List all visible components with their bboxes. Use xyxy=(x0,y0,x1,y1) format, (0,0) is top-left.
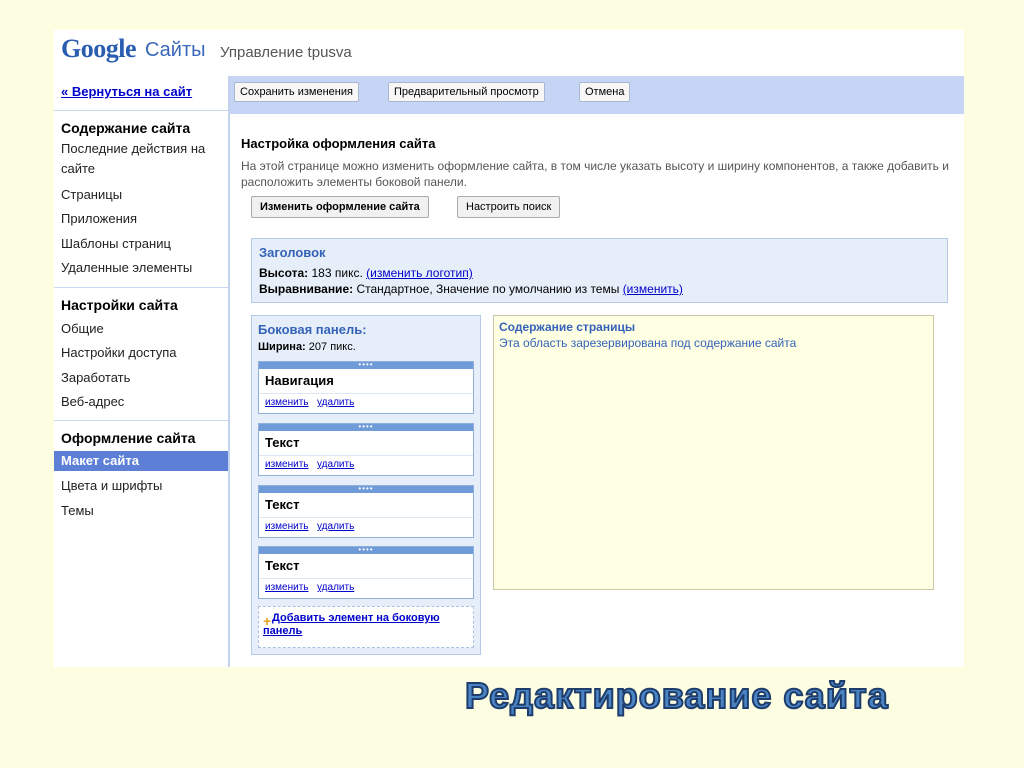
app-name: Сайты xyxy=(145,39,206,61)
drag-handle[interactable]: •••• xyxy=(259,485,473,493)
add-sidebar-item[interactable]: + Добавить элемент на боковую панель xyxy=(258,606,474,648)
add-sidebar-item-link[interactable]: Добавить элемент на боковую панель xyxy=(263,612,473,638)
sidebar-divider xyxy=(54,287,228,288)
sidebar-item-monetize[interactable]: Заработать xyxy=(61,368,228,388)
page-description: На этой странице можно изменить оформлен… xyxy=(241,159,949,189)
widget-edit-link[interactable]: изменить xyxy=(265,582,309,593)
height-value: 183 пикс. xyxy=(308,266,367,280)
widget-text[interactable]: •••• Текст изменить удалить xyxy=(258,423,474,476)
save-changes-button[interactable]: Сохранить изменения xyxy=(234,82,359,102)
widget-text[interactable]: •••• Текст изменить удалить xyxy=(258,485,474,538)
sidebar-divider xyxy=(54,110,228,111)
widget-edit-link[interactable]: изменить xyxy=(265,459,309,470)
align-label: Выравнивание: xyxy=(259,282,354,296)
logo-text: Google xyxy=(61,34,137,63)
sidebar-item-page-templates[interactable]: Шаблоны страниц xyxy=(61,234,228,254)
header-section[interactable]: Заголовок Высота: 183 пикс. (изменить ло… xyxy=(251,238,948,303)
change-align-link[interactable]: (изменить) xyxy=(623,282,683,296)
widget-title: Текст xyxy=(265,435,300,450)
page-content-area: Содержание страницы Эта область зарезерв… xyxy=(493,315,934,590)
page-title: Настройка оформления сайта xyxy=(241,136,436,151)
header-align-row: Выравнивание: Стандартное, Значение по у… xyxy=(259,282,683,296)
sidebar-group-design-title: Оформление сайта xyxy=(61,430,196,446)
action-bar: Сохранить изменения Предварительный прос… xyxy=(230,76,964,114)
sidebar-group-content-title: Содержание сайта xyxy=(61,120,191,136)
side-panel-width-row: Ширина: 207 пикс. xyxy=(258,341,356,353)
top-bar: Google Сайты Управление tpusva xyxy=(54,30,964,76)
drag-handle[interactable]: •••• xyxy=(259,546,473,554)
widget-delete-link[interactable]: удалить xyxy=(317,582,354,593)
widget-title: Навигация xyxy=(265,373,334,388)
sidebar-item-pages[interactable]: Страницы xyxy=(61,185,228,205)
widget-divider xyxy=(259,517,473,518)
sidebar-item-apps[interactable]: Приложения xyxy=(61,209,228,229)
drag-handle[interactable]: •••• xyxy=(259,423,473,431)
content-area-title: Содержание страницы xyxy=(499,320,636,334)
content-area-description: Эта область зарезервирована под содержан… xyxy=(499,336,797,350)
sidebar: « Вернуться на сайт Содержание сайта Пос… xyxy=(54,76,228,667)
change-site-layout-button[interactable]: Изменить оформление сайта xyxy=(251,196,429,218)
width-label: Ширина: xyxy=(258,341,306,353)
widget-divider xyxy=(259,578,473,579)
site-manage-title: Управление tpusva xyxy=(220,44,352,61)
widget-delete-link[interactable]: удалить xyxy=(317,397,354,408)
cancel-button[interactable]: Отмена xyxy=(579,82,631,102)
google-logo[interactable]: Google xyxy=(61,34,137,64)
sidebar-item-site-layout[interactable]: Макет сайта xyxy=(54,451,228,471)
widget-delete-link[interactable]: удалить xyxy=(317,459,354,470)
widget-delete-link[interactable]: удалить xyxy=(317,521,354,532)
widget-divider xyxy=(259,393,473,394)
sidebar-divider xyxy=(54,420,228,421)
sidebar-item-deleted-items[interactable]: Удаленные элементы xyxy=(61,258,228,278)
sidebar-item-sharing[interactable]: Настройки доступа xyxy=(61,343,228,363)
sidebar-item-themes[interactable]: Темы xyxy=(61,501,228,521)
sidebar-group-settings-title: Настройки сайта xyxy=(61,297,178,313)
sidebar-item-recent-activity[interactable]: Последние действия на сайте xyxy=(61,139,228,179)
widget-edit-link[interactable]: изменить xyxy=(265,521,309,532)
width-value: 207 пикс. xyxy=(305,341,356,353)
drag-handle[interactable]: •••• xyxy=(259,361,473,369)
header-height-row: Высота: 183 пикс. (изменить логотип) xyxy=(259,266,473,280)
layout-editor: Настройка оформления сайта На этой стран… xyxy=(230,114,964,667)
sites-window: Google Сайты Управление tpusva « Вернуть… xyxy=(54,30,964,667)
widget-navigation[interactable]: •••• Навигация изменить удалить xyxy=(258,361,474,414)
widget-text[interactable]: •••• Текст изменить удалить xyxy=(258,546,474,599)
height-label: Высота: xyxy=(259,266,309,280)
sidebar-item-web-address[interactable]: Веб-адрес xyxy=(61,392,228,412)
widget-divider xyxy=(259,455,473,456)
slide-caption: Редактирование сайта xyxy=(464,674,889,717)
widget-title: Текст xyxy=(265,497,300,512)
side-panel-title: Боковая панель: xyxy=(258,322,367,337)
sidebar-item-colors-fonts[interactable]: Цвета и шрифты xyxy=(61,476,228,496)
preview-button[interactable]: Предварительный просмотр xyxy=(388,82,545,102)
back-to-site-link[interactable]: « Вернуться на сайт xyxy=(61,84,192,99)
side-panel-section[interactable]: Боковая панель: Ширина: 207 пикс. •••• Н… xyxy=(251,315,481,655)
align-value: Стандартное, Значение по умолчанию из те… xyxy=(353,282,623,296)
sidebar-item-general[interactable]: Общие xyxy=(61,319,228,339)
widget-title: Текст xyxy=(265,558,300,573)
change-logo-link[interactable]: (изменить логотип) xyxy=(366,266,473,280)
configure-search-button[interactable]: Настроить поиск xyxy=(457,196,561,218)
widget-edit-link[interactable]: изменить xyxy=(265,397,309,408)
header-section-title: Заголовок xyxy=(259,245,326,260)
